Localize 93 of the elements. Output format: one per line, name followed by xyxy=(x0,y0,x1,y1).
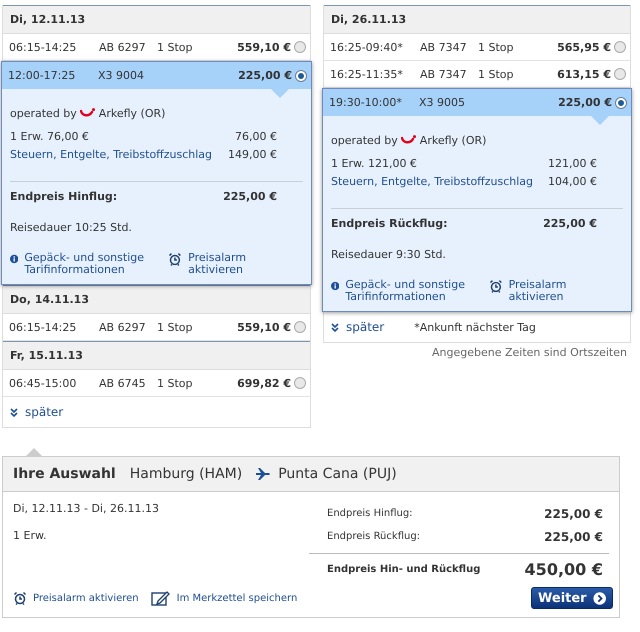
later-link[interactable]: später xyxy=(10,405,64,419)
fare-info-link[interactable]: Gepäck- und sonstige Tarifinformationen xyxy=(24,252,158,276)
price-alert-link[interactable]: Preisalarm aktivieren xyxy=(508,279,623,303)
selected-flight-row[interactable]: 12:00-17:25 X3 9004 225,00 € xyxy=(2,62,311,89)
airline-logo-icon xyxy=(400,135,417,146)
flight-times: 16:25-09:40* xyxy=(330,40,404,54)
notepad-pencil-icon xyxy=(150,590,171,606)
airline-name: Arkefly (OR) xyxy=(420,134,486,147)
stops-label: 1 Stop xyxy=(157,40,194,54)
continue-button[interactable]: Weiter xyxy=(531,587,613,609)
taxes-amount: 149,00 € xyxy=(228,148,277,161)
travellers: 1 Erw. xyxy=(13,529,48,542)
radio-button[interactable] xyxy=(295,70,307,82)
alarm-clock-icon xyxy=(488,279,503,293)
total-label: Endpreis Hinflug: xyxy=(10,190,118,203)
date-header: Di, 12.11.13 xyxy=(3,5,310,34)
pointer-notch xyxy=(591,116,609,125)
footnote: *Ankunft nächster Tag xyxy=(414,320,536,334)
origin-city: Hamburg (HAM) xyxy=(130,466,242,482)
summary-title: Ihre Auswahl xyxy=(13,466,116,482)
double-chevron-icon xyxy=(10,408,18,416)
fare-label: 1 Erw. 121,00 € xyxy=(331,157,417,170)
stops-label: 1 Stop xyxy=(157,376,194,390)
total-amount: 225,00 € xyxy=(543,217,597,230)
flight-price: 559,10 € xyxy=(237,320,291,334)
fare-label: 1 Erw. 76,00 € xyxy=(10,130,89,143)
flight-price: 559,10 € xyxy=(237,40,291,54)
fare-amount: 76,00 € xyxy=(235,130,277,143)
flight-number: AB 7347 xyxy=(420,40,468,54)
radio-button[interactable] xyxy=(614,68,626,80)
total-amount: 225,00 € xyxy=(223,190,277,203)
total-amount: 450,00 € xyxy=(524,560,603,579)
date-header: Fr, 15.11.13 xyxy=(3,341,310,370)
flight-price: 613,15 € xyxy=(557,68,611,80)
flight-times: 12:00-17:25 xyxy=(8,69,76,82)
pointer-notch xyxy=(271,89,289,98)
radio-button[interactable] xyxy=(614,41,626,53)
date-header: Do, 14.11.13 xyxy=(3,285,310,314)
total-label: Endpreis Hin- und Rückflug xyxy=(327,564,480,575)
flight-price: 225,00 € xyxy=(558,96,612,109)
double-chevron-icon xyxy=(331,322,339,332)
total-label: Endpreis Rückflug: xyxy=(331,217,448,230)
stops-label: 1 Stop xyxy=(478,68,515,80)
flight-number: AB 6297 xyxy=(99,40,147,54)
radio-button[interactable] xyxy=(294,321,306,333)
stops-label: 1 Stop xyxy=(157,320,194,334)
airline-name: Arkefly (OR) xyxy=(98,107,166,120)
taxes-amount: 104,00 € xyxy=(548,175,597,188)
save-notepad-link[interactable]: Im Merkzettel speichern xyxy=(150,590,298,606)
selected-flight-row[interactable]: 19:30-10:00* X3 9005 225,00 € xyxy=(323,89,631,116)
later-link[interactable]: später xyxy=(331,320,384,334)
operated-by-label: operated by xyxy=(331,134,398,147)
price-amount: 225,00 € xyxy=(544,530,603,544)
flight-number: X3 9005 xyxy=(419,96,466,109)
flight-times: 16:25-11:35* xyxy=(330,68,404,80)
flight-times: 19:30-10:00* xyxy=(329,96,403,109)
flight-number: AB 7347 xyxy=(420,68,468,80)
airline-logo-icon xyxy=(80,108,96,119)
date-header: Di, 26.11.13 xyxy=(324,5,630,34)
airplane-icon xyxy=(256,468,270,480)
price-alert-link[interactable]: Preisalarm aktivieren xyxy=(13,591,139,605)
price-amount: 225,00 € xyxy=(544,506,603,520)
flight-price: 225,00 € xyxy=(238,69,292,82)
flight-price: 699,82 € xyxy=(237,376,291,390)
flight-number: X3 9004 xyxy=(98,69,146,82)
price-alert-link[interactable]: Preisalarm aktivieren xyxy=(188,252,303,276)
alarm-clock-icon xyxy=(13,591,27,605)
price-label: Endpreis Hinflug: xyxy=(327,508,413,519)
alarm-clock-icon xyxy=(168,252,182,266)
radio-button[interactable] xyxy=(615,96,627,108)
timezone-note: Angegebene Zeiten sind Ortszeiten xyxy=(432,346,627,359)
info-icon xyxy=(331,279,340,293)
travel-dates: Di, 12.11.13 - Di, 26.11.13 xyxy=(13,502,160,515)
travel-duration: Reisedauer 10:25 Std. xyxy=(10,221,133,234)
flight-number: AB 6745 xyxy=(99,376,147,390)
travel-duration: Reisedauer 9:30 Std. xyxy=(331,248,447,261)
destination-city: Punta Cana (PUJ) xyxy=(278,466,397,482)
flight-times: 06:15-14:25 xyxy=(9,40,78,54)
operated-by-label: operated by xyxy=(10,107,77,120)
radio-button[interactable] xyxy=(294,41,306,53)
flight-number: AB 6297 xyxy=(99,320,147,334)
radio-button[interactable] xyxy=(294,377,306,389)
fare-amount: 121,00 € xyxy=(548,157,597,170)
info-icon xyxy=(10,252,18,266)
flight-times: 06:45-15:00 xyxy=(9,376,78,390)
arrow-circle-icon xyxy=(592,590,606,606)
flight-price: 565,95 € xyxy=(557,40,611,54)
price-label: Endpreis Rückflug: xyxy=(327,531,420,542)
fare-info-link[interactable]: Gepäck- und sonstige Tarifinformationen xyxy=(345,279,479,303)
taxes-link[interactable]: Steuern, Entgelte, Treibstoffzuschlag xyxy=(331,175,534,188)
stops-label: 1 Stop xyxy=(478,40,515,54)
taxes-link[interactable]: Steuern, Entgelte, Treibstoffzuschlag xyxy=(10,148,212,161)
flight-times: 06:15-14:25 xyxy=(9,320,78,334)
